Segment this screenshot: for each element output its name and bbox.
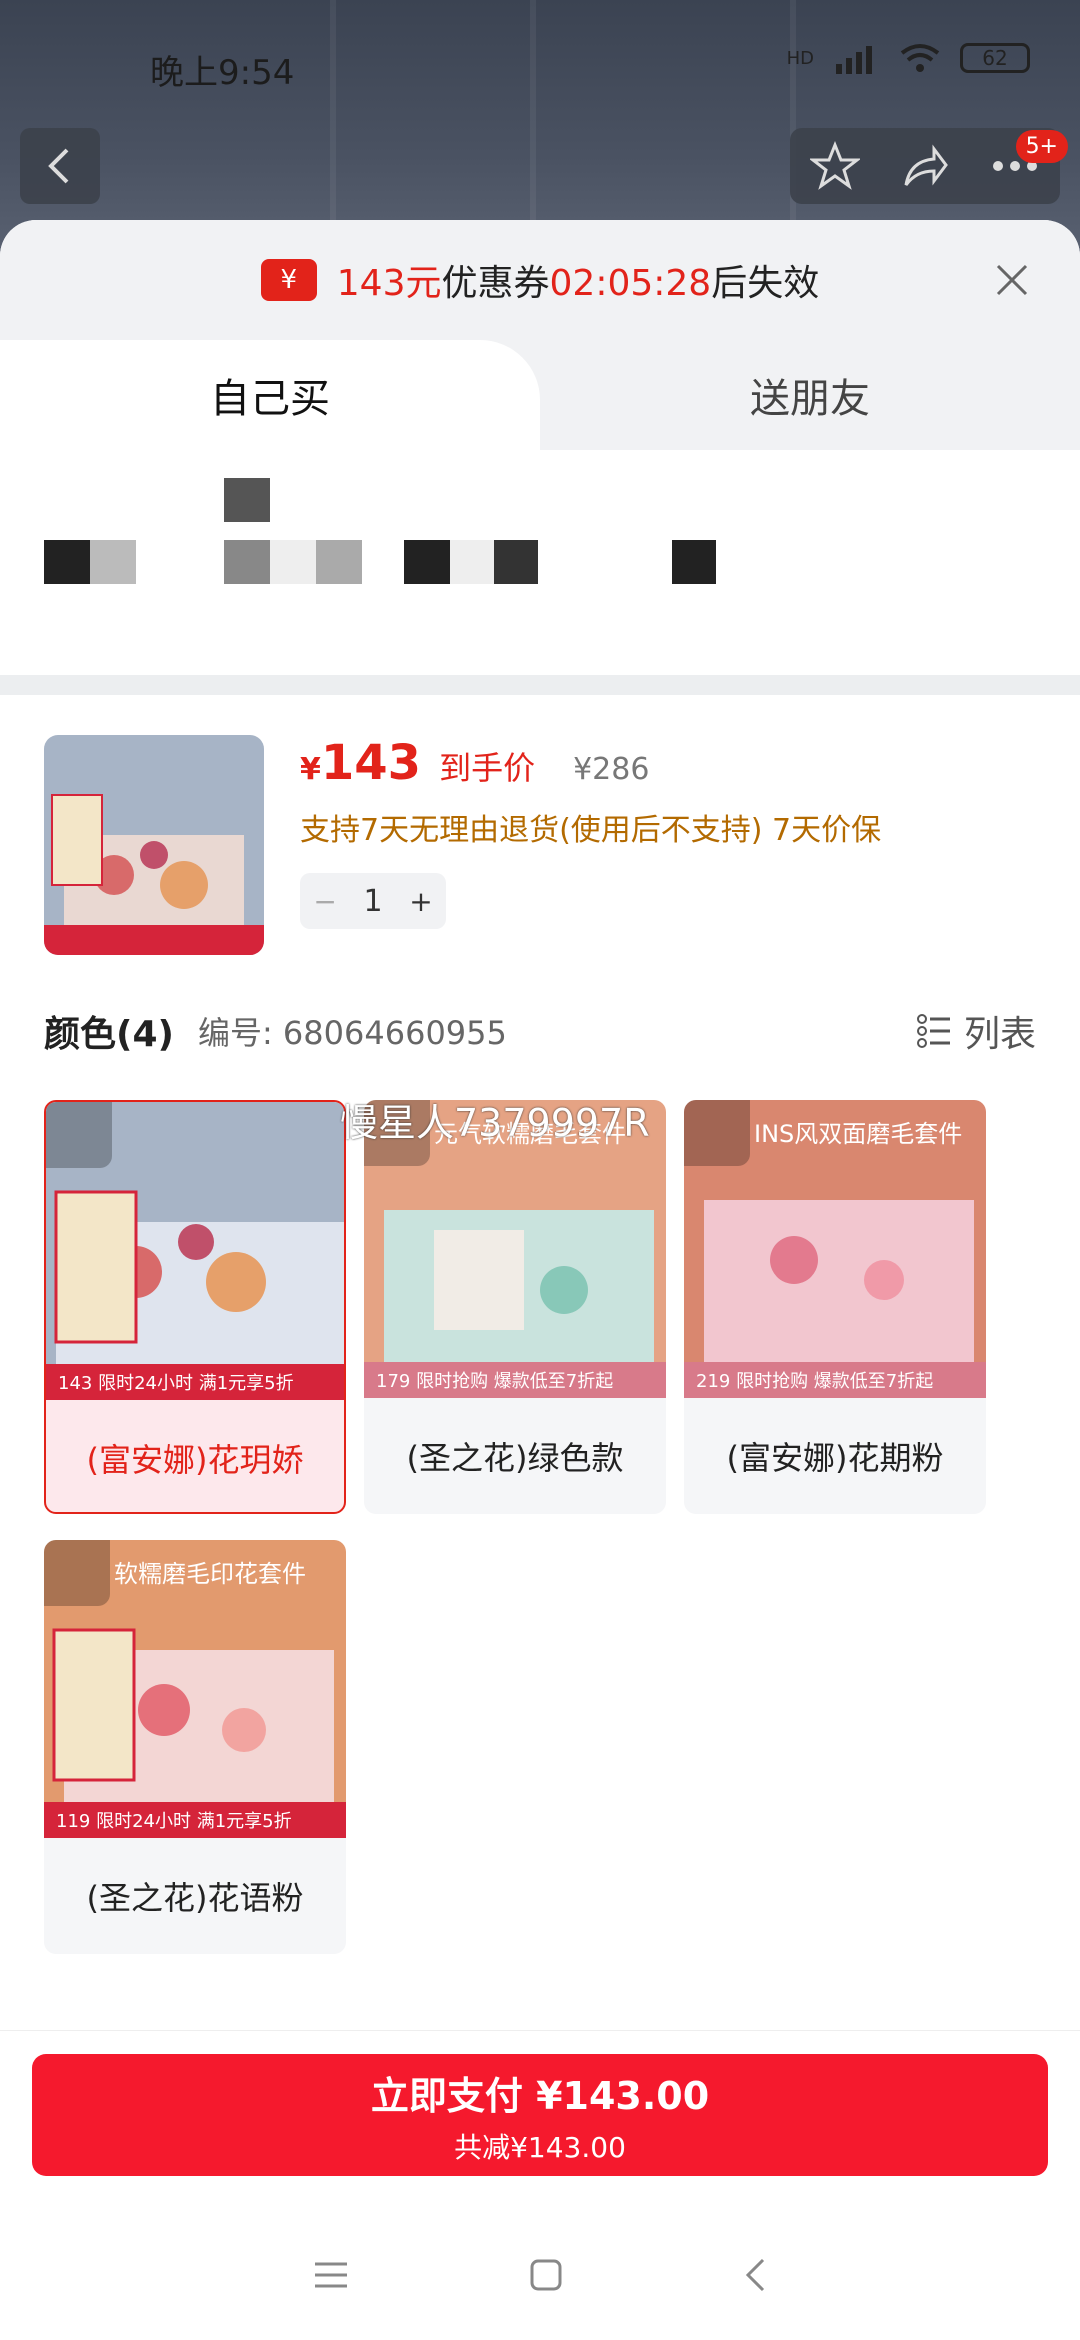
option-name: (富安娜)花玥娇 — [86, 1441, 304, 1479]
currency-symbol: ¥ — [300, 752, 321, 787]
pay-discount-label: 共减¥143.00 — [454, 2130, 626, 2164]
option-overlay: 软糯磨毛印花套件 — [114, 1560, 306, 1588]
price-tag: 到手价 — [439, 749, 536, 787]
coupon-icon: ¥ — [260, 259, 317, 301]
option-name: (圣之花)花语粉 — [86, 1879, 304, 1917]
product-info: ¥143 到手价 ¥286 支持7天无理由退货(使用后不支持) 7天价保 − 1… — [300, 735, 881, 955]
expand-icon[interactable] — [684, 1100, 750, 1166]
chevron-left-icon — [48, 148, 69, 184]
redacted-block — [404, 540, 450, 584]
service-row-redacted — [0, 450, 1080, 675]
redacted-block — [224, 478, 270, 522]
system-nav-bar — [0, 2210, 1080, 2340]
watermark: 慢星人7379997R — [340, 1101, 650, 1145]
status-icons: HD 62 — [787, 40, 1030, 76]
signal-bars-icon — [836, 46, 872, 74]
original-price: ¥286 — [573, 752, 650, 787]
expand-icon[interactable] — [46, 1102, 112, 1168]
price-value: 143 — [320, 735, 422, 791]
back-button[interactable] — [20, 128, 100, 204]
promo-strip: 219 限时抢购 爆款低至7折起 — [684, 1362, 986, 1398]
close-icon[interactable] — [994, 262, 1030, 298]
section-divider — [0, 675, 1080, 695]
option-name: (圣之花)绿色款 — [406, 1439, 624, 1477]
redacted-block — [44, 540, 90, 584]
back-nav-icon[interactable] — [743, 2257, 767, 2293]
minus-button[interactable]: − — [313, 885, 336, 918]
expand-icon[interactable] — [44, 1540, 110, 1606]
menu-icon[interactable] — [313, 2260, 349, 2290]
coupon-amount: 143元 — [336, 263, 442, 304]
option-name: (富安娜)花期粉 — [726, 1439, 944, 1477]
redacted-block — [224, 540, 270, 584]
notification-badge: 5+ — [1015, 130, 1068, 163]
purchase-tabs: 自己买 送朋友 — [0, 340, 1080, 450]
promo-strip: 143 限时24小时 满1元享5折 — [46, 1364, 344, 1400]
tab-buy-self[interactable]: 自己买 — [0, 340, 540, 450]
wifi-icon — [900, 44, 940, 72]
redacted-block — [494, 540, 538, 584]
share-icon[interactable] — [900, 141, 950, 191]
plus-button[interactable]: + — [409, 885, 432, 918]
list-icon — [916, 1014, 950, 1048]
pay-main-label: 立即支付 ¥143.00 — [370, 2073, 710, 2118]
status-time: 晚上9:54 — [150, 53, 295, 93]
coupon-text: 143元优惠券02:05:28后失效 — [337, 254, 819, 306]
color-option-2[interactable]: 元气软糯磨毛套件 179 限时抢购 爆款低至7折起 (圣之花)绿色款 — [364, 1100, 666, 1514]
price: ¥143 — [300, 735, 421, 791]
price-row: ¥143 到手价 ¥286 — [300, 735, 881, 791]
color-option-4[interactable]: 软糯磨毛印花套件 119 限时24小时 满1元享5折 (圣之花)花语粉 — [44, 1540, 346, 1954]
color-option-3[interactable]: INS风双面磨毛套件 219 限时抢购 爆款低至7折起 (富安娜)花期粉 — [684, 1100, 986, 1514]
coupon-bar: ¥ 143元优惠券02:05:28后失效 — [0, 220, 1080, 340]
redacted-block — [270, 540, 316, 584]
promo-strip: 179 限时抢购 爆款低至7折起 — [364, 1362, 666, 1398]
pay-now-button[interactable]: 立即支付 ¥143.00 共减¥143.00 — [32, 2054, 1048, 2176]
coupon-label: 优惠券 — [441, 263, 550, 304]
quantity-stepper: − 1 + — [300, 873, 446, 929]
return-policy: 支持7天无理由退货(使用后不支持) 7天价保 — [300, 813, 882, 848]
home-icon[interactable] — [529, 2258, 563, 2292]
color-option-1[interactable]: 143 限时24小时 满1元享5折 (富安娜)花玥娇 — [44, 1100, 346, 1514]
option-overlay: INS风双面磨毛套件 — [754, 1120, 963, 1148]
selected-product: ¥143 到手价 ¥286 支持7天无理由退货(使用后不支持) 7天价保 − 1… — [0, 695, 1080, 985]
tab-gift-friend[interactable]: 送朋友 — [540, 340, 1080, 450]
color-header: 颜色(4) 编号: 68064660955 列表 — [0, 985, 1080, 1077]
option-image: INS风双面磨毛套件 219 限时抢购 爆款低至7折起 — [684, 1100, 986, 1398]
battery-icon: 62 — [960, 43, 1030, 73]
quantity-value[interactable]: 1 — [363, 884, 382, 919]
coupon-suffix: 后失效 — [711, 263, 820, 304]
coupon-timer: 02:05:28 — [549, 263, 712, 304]
option-image: 143 限时24小时 满1元享5折 — [46, 1102, 344, 1400]
list-label: 列表 — [963, 1014, 1036, 1055]
signal-icon: HD — [786, 47, 814, 69]
redacted-block — [672, 540, 716, 584]
list-view-button[interactable]: 列表 — [916, 1005, 1036, 1057]
redacted-block — [90, 540, 136, 584]
option-image: 软糯磨毛印花套件 119 限时24小时 满1元享5折 — [44, 1540, 346, 1838]
promo-strip: 119 限时24小时 满1元享5折 — [44, 1802, 346, 1838]
redacted-block — [450, 540, 494, 584]
color-title: 颜色(4) — [44, 1014, 174, 1055]
product-thumbnail — [44, 735, 264, 955]
star-icon[interactable] — [810, 141, 860, 191]
battery-level: 62 — [982, 46, 1008, 70]
product-code: 编号: 68064660955 — [197, 1014, 507, 1052]
redacted-block — [316, 540, 362, 584]
